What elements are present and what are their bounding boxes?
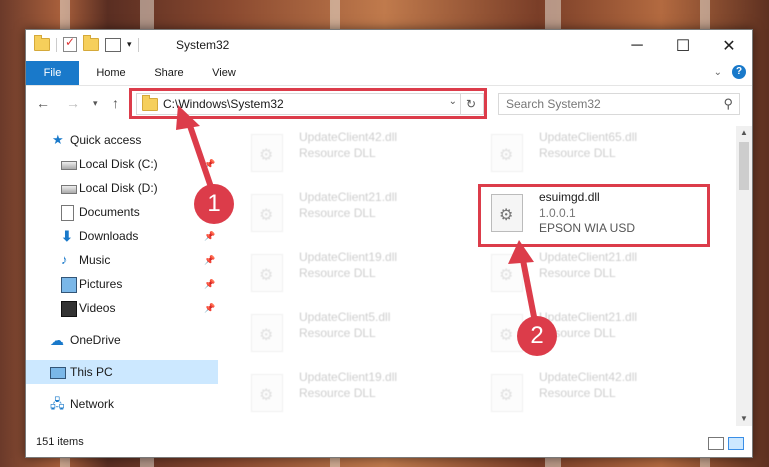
arrow-1 [176,105,215,191]
step-badge-2: 2 [517,316,557,356]
arrow-2 [508,240,538,323]
step-badge-1: 1 [194,184,234,224]
annotation-arrows [176,105,538,323]
